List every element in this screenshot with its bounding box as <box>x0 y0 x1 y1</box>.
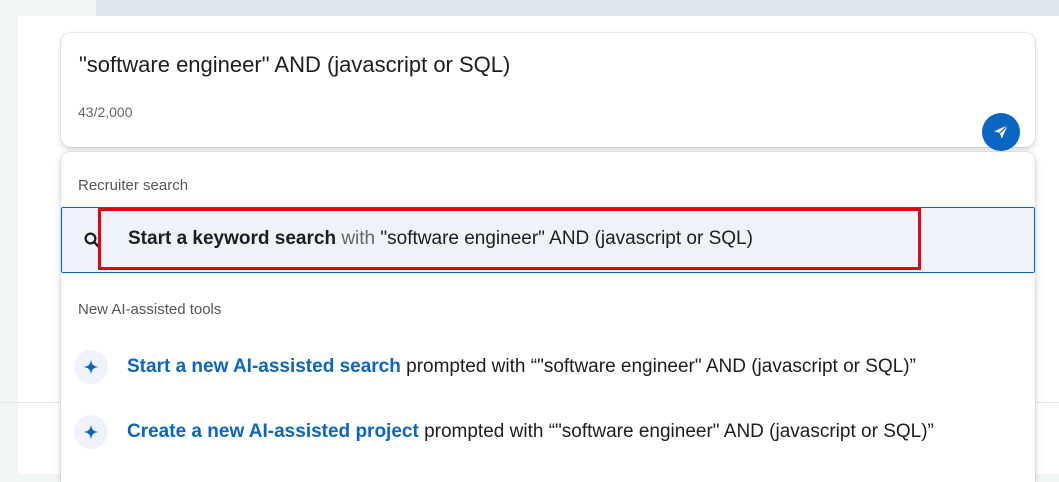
search-box[interactable]: "software engineer" AND (javascript or S… <box>61 33 1035 151</box>
annotation-highlight-box <box>98 208 921 270</box>
recruiter-search-header: Recruiter search <box>78 177 189 194</box>
character-counter: 43/2,000 <box>78 104 133 120</box>
ai-search-option[interactable]: Start a new AI-assisted search prompted … <box>61 342 1035 392</box>
ai-project-prompt: prompted with “"software engineer" AND (… <box>418 421 934 442</box>
ai-project-option[interactable]: Create a new AI-assisted project prompte… <box>61 407 1035 457</box>
ai-search-prompt: prompted with “"software engineer" AND (… <box>400 356 916 377</box>
paper-plane-icon <box>994 124 1009 139</box>
search-query-text[interactable]: "software engineer" AND (javascript or S… <box>79 52 510 78</box>
send-button[interactable] <box>982 113 1020 151</box>
ai-tools-header: New AI-assisted tools <box>78 301 222 318</box>
search-suggestions-dropdown: Recruiter search Start a keyword search … <box>61 152 1035 482</box>
ai-search-label: Start a new AI-assisted search prompted … <box>127 356 916 378</box>
ai-project-link[interactable]: Create a new AI-assisted project <box>127 421 419 442</box>
ai-project-label: Create a new AI-assisted project prompte… <box>127 421 934 443</box>
sparkle-icon <box>74 350 108 384</box>
sparkle-icon <box>74 415 108 449</box>
ai-search-link[interactable]: Start a new AI-assisted search <box>127 356 401 377</box>
page-top-strip <box>96 0 1059 16</box>
